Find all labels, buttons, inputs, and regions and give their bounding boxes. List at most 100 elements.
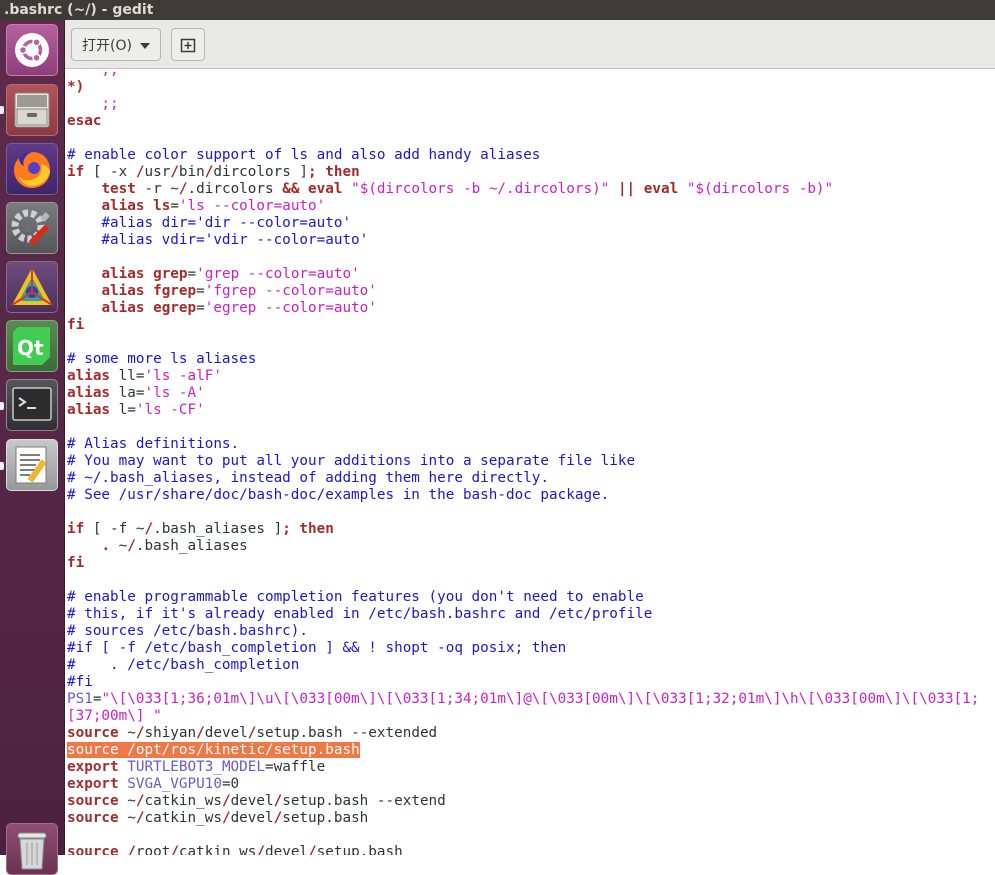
code-token: PS1: [67, 691, 93, 707]
code-token: #if [ -f /etc/bash_completion ] && ! sho…: [67, 640, 567, 656]
code-token: 'egrep --color=auto': [204, 300, 377, 316]
code-token: alias: [101, 266, 145, 282]
qt-creator-button[interactable]: Qt: [6, 320, 58, 372]
code-token: -r ~: [135, 181, 179, 197]
code-line: #fi: [67, 674, 979, 691]
open-button[interactable]: 打开(O): [71, 28, 161, 61]
code-token: /: [196, 725, 205, 741]
code-token: #fi: [67, 674, 93, 690]
code-token: =: [196, 283, 205, 299]
code-token: grep: [153, 266, 188, 282]
svg-text:Qt: Qt: [17, 336, 44, 360]
code-token: dircolors ]: [213, 164, 309, 180]
code-line: # enable programmable completion feature…: [67, 589, 979, 606]
code-line: fi: [67, 555, 979, 572]
code-token: 'ls --color=auto': [178, 198, 326, 214]
code-token: &&: [282, 181, 300, 197]
code-token: fi: [67, 317, 85, 333]
code-token: /: [256, 844, 265, 855]
code-token: ~: [118, 725, 136, 741]
firefox-button[interactable]: [6, 143, 58, 195]
code-line: source ~/catkin_ws/devel/setup.bash: [67, 810, 979, 827]
code-line: # . /etc/bash_completion: [67, 657, 979, 674]
code-view: ;; *) ;; esac # enable color support of ls…: [67, 69, 979, 855]
text-editor-area[interactable]: ;; *) ;; esac # enable color support of ls…: [65, 69, 995, 855]
code-token: source: [67, 810, 119, 826]
new-tab-button[interactable]: [171, 28, 205, 61]
code-line: alias grep='grep --color=auto': [67, 266, 979, 283]
code-token: catkin_ws: [144, 793, 222, 809]
code-line: alias l='ls -CF': [67, 402, 979, 419]
code-token: =0: [221, 776, 240, 792]
code-token: devel: [230, 810, 274, 826]
code-token: /: [127, 844, 136, 855]
code-line: alias ll='ls -alF': [67, 368, 979, 385]
code-token: esac: [67, 113, 102, 129]
code-token: devel: [204, 725, 248, 741]
code-line: # See /usr/share/doc/bash-doc/examples i…: [67, 487, 979, 504]
code-token: 'grep --color=auto': [196, 266, 360, 282]
code-token: la=: [110, 385, 145, 401]
code-token: /: [273, 793, 283, 809]
code-token: setup.bash: [282, 810, 369, 826]
code-token: # this, if it's already enabled in /etc/…: [67, 606, 653, 622]
code-line: fi: [67, 317, 979, 334]
code-token: .bash_aliases: [135, 538, 248, 554]
text-editor-button[interactable]: [6, 439, 58, 491]
code-token: ;;: [67, 96, 119, 112]
open-button-label: 打开(O): [82, 37, 132, 54]
code-token: 'ls -CF': [135, 402, 205, 418]
code-token: shiyan: [144, 725, 197, 741]
ubuntu-dash-button[interactable]: [6, 24, 58, 76]
code-line: ;;: [67, 69, 979, 79]
code-token: # See /usr/share/doc/bash-doc/examples i…: [67, 487, 610, 503]
code-token: eval: [643, 181, 679, 197]
code-token: SVGA_VGPU10: [127, 776, 222, 792]
text-editor-icon: [15, 446, 47, 484]
code-token: ll=: [110, 368, 145, 384]
terminal-button[interactable]: [6, 379, 58, 431]
code-line: #alias vdir='vdir --color=auto': [67, 232, 979, 249]
code-token: devel: [230, 793, 274, 809]
code-token: ||: [617, 181, 636, 197]
system-settings-button[interactable]: [6, 202, 58, 254]
code-token: /: [170, 164, 179, 180]
code-token: fgrep: [153, 283, 197, 299]
files-button[interactable]: [6, 84, 58, 136]
code-token: "\[\033[1;36;01m\]\u\[\033[00m\]\[\033[1…: [101, 691, 980, 707]
code-line: source ~/shiyan/devel/setup.bash --exten…: [67, 725, 979, 742]
code-token: ; then: [282, 521, 334, 537]
code-token: 'fgrep --color=auto': [204, 283, 377, 299]
code-line: # enable color support of ls and also ad…: [67, 147, 979, 164]
code-token: #alias vdir='vdir --color=auto': [67, 232, 369, 248]
code-token: alias: [101, 198, 145, 214]
code-token: .bash_aliases ]: [153, 521, 283, 537]
rviz-button[interactable]: [6, 261, 58, 313]
code-token: export: [67, 776, 119, 792]
code-token: source: [67, 844, 119, 855]
code-token: /: [273, 810, 283, 826]
code-token: catkin_ws: [144, 810, 222, 826]
code-token: source: [67, 793, 119, 809]
rviz-icon: [11, 268, 53, 306]
toolbar: 打开(O): [65, 20, 995, 69]
code-token: #alias dir='dir --color=auto': [67, 215, 352, 231]
code-line: *): [67, 79, 979, 96]
trash-button[interactable]: [6, 823, 58, 875]
code-token: # some more ls aliases: [67, 351, 257, 367]
code-token: eval: [308, 181, 343, 197]
code-line: export SVGA_VGPU10=0: [67, 776, 979, 793]
